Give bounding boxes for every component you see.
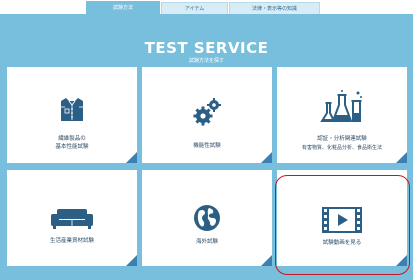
card-certification-analysis-test[interactable]: 認証・分析関連試験 有害物質、化粧品分析、食品衛生法 [277,67,407,163]
card-label: 機能性試験 [193,143,221,149]
tab-bar: 試験方法 アイテム 法律・表示等の知識 [0,0,413,14]
lab-flasks-icon [277,89,407,125]
card-textile-basic-test[interactable]: 繊維製品の 基本性能試験 [7,67,137,163]
tab-test-method[interactable]: 試験方法 [86,1,160,14]
corner-arrow [396,255,407,266]
tab-law-labeling[interactable]: 法律・表示等の知識 [229,2,320,14]
corner-arrow [126,255,137,266]
card-sublabel: 有害物質、化粧品分析、食品衛生法 [301,145,382,151]
corner-arrow [261,255,272,266]
shirt-icon [7,95,137,125]
card-label: 海外試験 [195,239,218,245]
card-label-line2: 基本性能試験 [55,144,89,150]
card-overseas-test[interactable]: 海外試験 [142,170,272,266]
card-label: 生活産業資材試験 [49,238,94,244]
tab-items[interactable]: アイテム [161,2,228,14]
card-label: 認証・分析関連試験 [317,136,367,142]
card-test-video[interactable]: 試験動画を見る [277,170,407,266]
card-living-industry-materials-test[interactable]: 生活産業資材試験 [7,170,137,266]
sofa-icon [7,208,137,230]
globe-icon [142,204,272,232]
page-title: TEST SERVICE [144,39,269,57]
corner-arrow [261,152,272,163]
card-functional-test[interactable]: 機能性試験 [142,67,272,163]
corner-arrow [126,152,137,163]
card-label-line1: 繊維製品の [58,136,86,142]
corner-arrow [396,152,407,163]
card-label: 試験動画を見る [322,240,362,246]
video-play-icon [277,206,407,234]
gears-icon [142,95,272,129]
page-subtitle: 試験方法を探す [188,58,224,64]
